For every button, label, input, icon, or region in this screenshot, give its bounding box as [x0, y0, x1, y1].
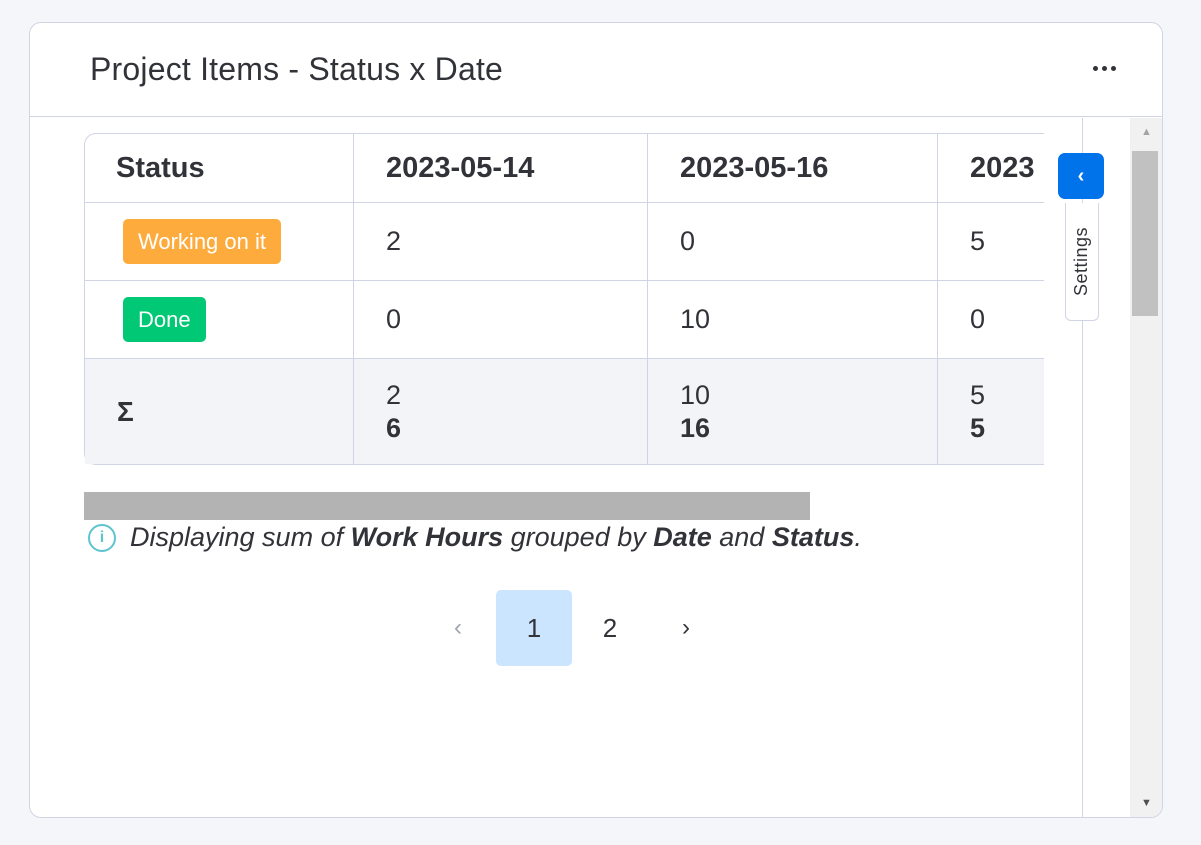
chevron-left-icon: ‹: [1077, 164, 1085, 187]
table-cell: 2: [354, 203, 648, 281]
table-cell: 5: [938, 203, 1044, 281]
sum-total: 6: [386, 412, 402, 443]
chevron-right-icon[interactable]: ›: [648, 590, 724, 666]
status-cell: Done: [85, 281, 354, 359]
sum-label-cell: Σ: [85, 359, 354, 464]
table-header-row: Status 2023-05-14 2023-05-16 2023: [85, 134, 1044, 203]
sum-total: 5: [970, 412, 986, 443]
pivot-table: Status 2023-05-14 2023-05-16 2023 Workin…: [84, 133, 1044, 465]
page-button-2[interactable]: 2: [572, 590, 648, 666]
info-text: Displaying sum of Work Hours grouped by …: [130, 522, 862, 553]
column-header[interactable]: 2023: [938, 134, 1044, 203]
info-measure: Work Hours: [350, 522, 504, 552]
table-cell: 0: [354, 281, 648, 359]
info-icon: i: [88, 523, 116, 552]
widget-title: Project Items - Status x Date: [90, 51, 504, 87]
more-dots-icon[interactable]: [1084, 53, 1124, 83]
info-line: i Displaying sum of Work Hours grouped b…: [88, 522, 862, 553]
status-label-done[interactable]: Done: [123, 297, 206, 342]
info-group-date: Date: [653, 522, 712, 552]
table-cell: 0: [938, 281, 1044, 359]
settings-tab[interactable]: Settings: [1065, 203, 1099, 321]
table-row: Working on it 2 0 5: [85, 203, 1044, 281]
settings-label: Settings: [1071, 226, 1092, 297]
pagination: ‹ 1 2 ›: [420, 590, 724, 666]
sum-value: 2: [386, 379, 402, 410]
widget-content: Status 2023-05-14 2023-05-16 2023 Workin…: [30, 118, 1082, 817]
status-label-working-on-it[interactable]: Working on it: [123, 219, 281, 264]
vertical-scrollbar-thumb[interactable]: [1132, 151, 1158, 316]
info-group-status: Status: [771, 522, 855, 552]
horizontal-scrollbar-thumb[interactable]: [84, 492, 810, 520]
widget-header: Project Items - Status x Date: [30, 23, 1162, 117]
table-viewport: Status 2023-05-14 2023-05-16 2023 Workin…: [84, 133, 1044, 466]
sigma-label: Σ: [117, 395, 134, 427]
vertical-scrollbar[interactable]: ▲ ▼: [1130, 118, 1162, 817]
sum-value: 10: [680, 379, 711, 410]
info-and: and: [711, 522, 772, 552]
column-header[interactable]: 2023-05-14: [354, 134, 648, 203]
widget: Project Items - Status x Date Status 202…: [29, 22, 1163, 818]
table-cell: 0: [648, 203, 938, 281]
sum-total: 16: [680, 412, 711, 443]
sum-cell: 10 16: [648, 359, 938, 464]
scroll-down-icon[interactable]: ▼: [1130, 789, 1162, 817]
table-row: Done 0 10 0: [85, 281, 1044, 359]
table-cell: 10: [648, 281, 938, 359]
sum-value: 5: [970, 379, 986, 410]
info-middle: grouped by: [503, 522, 654, 552]
sum-cell: 5 5: [938, 359, 1044, 464]
sum-row: Σ 2 6 10 16 5 5: [85, 359, 1044, 464]
chevron-left-icon[interactable]: ‹: [420, 590, 496, 666]
page-button-1[interactable]: 1: [496, 590, 572, 666]
collapse-settings-button[interactable]: ‹: [1058, 153, 1104, 199]
info-suffix: .: [854, 522, 862, 552]
column-header[interactable]: 2023-05-16: [648, 134, 938, 203]
column-header[interactable]: Status: [85, 134, 354, 203]
sum-cell: 2 6: [354, 359, 648, 464]
info-prefix: Displaying sum of: [130, 522, 351, 552]
scroll-up-icon[interactable]: ▲: [1130, 118, 1162, 146]
status-cell: Working on it: [85, 203, 354, 281]
